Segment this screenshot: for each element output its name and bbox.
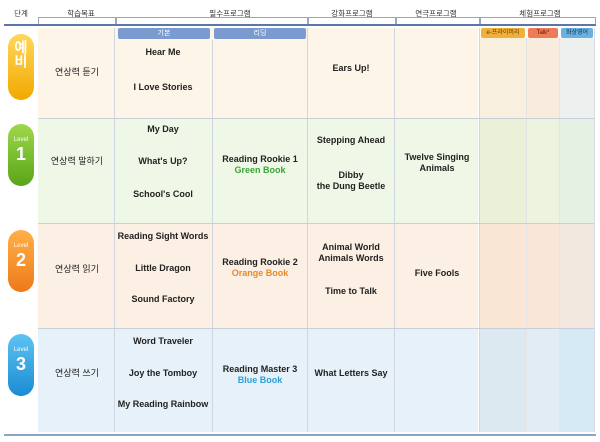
- basic-item: Sound Factory: [131, 294, 195, 304]
- exp-col-talk: [527, 224, 559, 328]
- col-divider: [479, 28, 480, 432]
- tab-reading: 리딩: [214, 28, 306, 39]
- reading-book-blue: Blue Book: [237, 375, 283, 385]
- exp-col-video: [560, 329, 594, 432]
- bottom-rule: [4, 434, 596, 436]
- badge-level3: Level 3: [8, 334, 34, 396]
- exp-col-video: [560, 38, 594, 118]
- intensive-item: the Dung Beetle: [316, 181, 386, 191]
- row-divider: [38, 223, 594, 224]
- goal-level1: 연상력 말하기: [50, 156, 104, 166]
- basic-item: School's Cool: [133, 189, 193, 199]
- row-divider: [38, 328, 594, 329]
- exp-col-video: [560, 119, 594, 223]
- col-divider: [594, 28, 595, 432]
- basic-item: Reading Sight Words: [117, 231, 209, 241]
- badge-level3-number: 3: [15, 354, 26, 374]
- tab-talk: Talk*: [528, 28, 558, 38]
- badge-level2: Level 2: [8, 230, 34, 292]
- drama-item: Twelve Singing Animals: [404, 152, 470, 173]
- basic-item: Little Dragon: [135, 263, 191, 273]
- goal-level3: 연상력 쓰기: [55, 368, 99, 378]
- reading-title: Reading Rookie 1: [222, 154, 298, 164]
- badge-level2-caption: Level: [13, 243, 29, 249]
- badge-level1: Level 1: [8, 124, 34, 186]
- reading-title: Reading Rookie 2: [222, 257, 298, 267]
- goal-prep: 연상력 듣기: [55, 67, 99, 77]
- intensive-item: Dibby: [338, 170, 364, 180]
- drama-item: Five Fools: [414, 268, 460, 278]
- intensive-item: Ears Up!: [332, 63, 370, 73]
- reading-title: Reading Master 3: [222, 364, 298, 374]
- intensive-item: Time to Talk: [325, 286, 377, 296]
- tab-basic: 기본: [118, 28, 210, 39]
- exp-col-eprimary: [480, 38, 526, 118]
- exp-col-eprimary: [480, 119, 526, 223]
- basic-item: Word Traveler: [133, 336, 193, 346]
- basic-item: Hear Me: [145, 47, 181, 57]
- intensive-item: Animals Words: [318, 253, 384, 263]
- intensive-item: What Letters Say: [314, 368, 388, 378]
- exp-col-video: [560, 224, 594, 328]
- intensive-item: Stepping Ahead: [316, 135, 386, 145]
- badge-level3-caption: Level: [13, 347, 29, 353]
- basic-item: I Love Stories: [133, 82, 193, 92]
- badge-level2-number: 2: [15, 250, 26, 270]
- badge-prep: 예비: [8, 34, 34, 100]
- header-stage: 단계: [14, 9, 28, 18]
- exp-col-talk: [527, 119, 559, 223]
- header-rule: [4, 24, 596, 26]
- badge-level1-number: 1: [15, 144, 26, 164]
- row-divider: [38, 118, 594, 119]
- exp-col-talk: [527, 329, 559, 432]
- goal-level2: 연상력 읽기: [55, 264, 99, 274]
- exp-col-eprimary: [480, 224, 526, 328]
- exp-col-eprimary: [480, 329, 526, 432]
- tab-video: 화상영어: [561, 28, 593, 38]
- basic-item: My Reading Rainbow: [117, 399, 209, 409]
- col-divider: [559, 38, 560, 432]
- col-divider: [526, 38, 527, 432]
- reading-book-green: Green Book: [234, 165, 286, 175]
- intensive-item: Animal World: [322, 242, 380, 252]
- basic-item: What's Up?: [138, 156, 188, 166]
- tab-eprimary: e-프라이머리: [481, 28, 525, 38]
- badge-level1-caption: Level: [13, 137, 29, 143]
- exp-col-talk: [527, 38, 559, 118]
- reading-book-orange: Orange Book: [231, 268, 289, 278]
- badge-prep-label: 예비: [13, 40, 29, 68]
- basic-item: Joy the Tomboy: [128, 368, 198, 378]
- basic-item: My Day: [147, 124, 179, 134]
